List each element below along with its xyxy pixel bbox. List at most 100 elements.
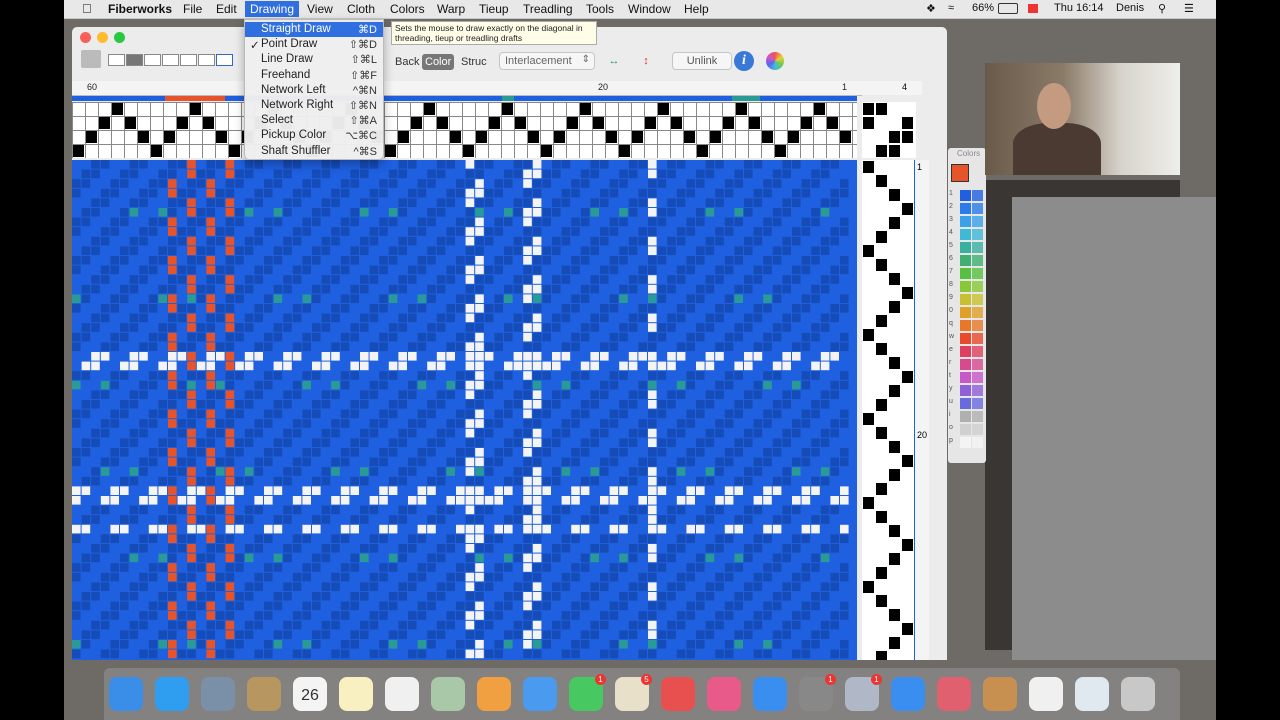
- color-swatch[interactable]: [972, 307, 983, 318]
- color-swatch[interactable]: [972, 372, 983, 383]
- color-swatch[interactable]: [960, 229, 971, 240]
- flag-icon[interactable]: [1028, 4, 1038, 13]
- color-swatch[interactable]: [960, 203, 971, 214]
- back-button[interactable]: Back: [392, 54, 422, 70]
- preview-icon[interactable]: [201, 677, 235, 711]
- color-swatch[interactable]: [960, 398, 971, 409]
- menu-tools[interactable]: Tools: [586, 2, 614, 16]
- zoom-icon[interactable]: [937, 677, 971, 711]
- color-swatch[interactable]: [972, 411, 983, 422]
- pattern-button[interactable]: [162, 54, 179, 66]
- menu-item-network-left[interactable]: Network Left ^⌘N: [245, 83, 383, 98]
- tieup-grid[interactable]: [862, 102, 916, 158]
- color-swatch[interactable]: [960, 437, 971, 448]
- color-swatch[interactable]: [972, 268, 983, 279]
- menu-item-pickup-color[interactable]: Pickup Color ⌥⌘C: [245, 128, 383, 143]
- messages-icon[interactable]: [523, 677, 557, 711]
- menu-item-shaft-shuffler[interactable]: Shaft Shuffler ^⌘S: [245, 144, 383, 159]
- notification-center-icon[interactable]: ☰: [1184, 2, 1194, 15]
- stickies-icon[interactable]: [339, 677, 373, 711]
- color-swatch[interactable]: [972, 190, 983, 201]
- menu-item-select[interactable]: Select ⇧⌘A: [245, 113, 383, 128]
- color-swatch[interactable]: [960, 190, 971, 201]
- clock[interactable]: Thu 16:14: [1054, 2, 1104, 14]
- collapse-arrows-icon[interactable]: ↕: [636, 52, 656, 70]
- pattern-button[interactable]: [108, 54, 125, 66]
- color-swatch[interactable]: [972, 229, 983, 240]
- menu-app-name[interactable]: Fiberworks: [108, 2, 172, 16]
- pattern-button[interactable]: [216, 54, 233, 66]
- dropbox-icon[interactable]: ❖: [926, 2, 936, 15]
- threading-grid[interactable]: [72, 102, 857, 158]
- menu-treadling[interactable]: Treadling: [523, 2, 573, 16]
- spotlight-search-icon[interactable]: ⚲: [1158, 2, 1166, 15]
- color-swatch[interactable]: [960, 333, 971, 344]
- facetime-icon[interactable]: 1: [569, 674, 606, 711]
- maps-icon[interactable]: [431, 677, 465, 711]
- calendar-icon[interactable]: 26: [293, 677, 327, 711]
- color-swatch[interactable]: [960, 424, 971, 435]
- color-swatch[interactable]: [960, 281, 971, 292]
- color-wheel-icon[interactable]: [766, 52, 784, 70]
- color-view-button[interactable]: Color: [422, 54, 455, 70]
- color-swatch[interactable]: [972, 320, 983, 331]
- pattern-button[interactable]: [180, 54, 197, 66]
- color-swatch[interactable]: [972, 203, 983, 214]
- menu-file[interactable]: File: [183, 2, 202, 16]
- menu-item-network-right[interactable]: Network Right ⇧⌘N: [245, 98, 383, 113]
- color-swatch[interactable]: [972, 294, 983, 305]
- safari-icon[interactable]: [155, 677, 189, 711]
- interlacement-select[interactable]: Interlacement ⇕: [499, 52, 595, 70]
- menu-cloth[interactable]: Cloth: [347, 2, 375, 16]
- color-swatch[interactable]: [960, 320, 971, 331]
- structure-view-button[interactable]: Struc: [458, 54, 490, 70]
- reminders-icon[interactable]: [385, 677, 419, 711]
- info-icon[interactable]: i: [734, 51, 754, 71]
- trash-icon[interactable]: [1121, 677, 1155, 711]
- menu-item-point-draw[interactable]: ✓ Point Draw ⇧⌘D: [245, 37, 383, 52]
- menu-item-line-draw[interactable]: Line Draw ⇧⌘L: [245, 52, 383, 67]
- pencil-icon[interactable]: [983, 677, 1017, 711]
- color-swatch[interactable]: [960, 216, 971, 227]
- screenshot-icon[interactable]: [891, 677, 925, 711]
- user-name[interactable]: Denis: [1116, 2, 1144, 14]
- wifi-icon[interactable]: ≈: [948, 2, 954, 14]
- zoom-window-icon[interactable]: [114, 32, 125, 43]
- color-swatch[interactable]: [960, 294, 971, 305]
- menu-colors[interactable]: Colors: [390, 2, 425, 16]
- menu-item-straight-draw[interactable]: Straight Draw ⌘D: [245, 22, 383, 37]
- finder-icon[interactable]: [109, 677, 143, 711]
- color-swatch[interactable]: [972, 385, 983, 396]
- color-swatch[interactable]: [960, 385, 971, 396]
- notes-icon[interactable]: [247, 677, 281, 711]
- color-swatch[interactable]: [972, 281, 983, 292]
- color-swatch[interactable]: [972, 346, 983, 357]
- color-swatch[interactable]: [972, 398, 983, 409]
- pattern-button[interactable]: [126, 54, 143, 66]
- menu-help[interactable]: Help: [684, 2, 709, 16]
- color-swatch[interactable]: [960, 372, 971, 383]
- menu-tieup[interactable]: Tieup: [479, 2, 509, 16]
- itunes-icon[interactable]: [753, 677, 787, 711]
- selected-color-swatch[interactable]: [951, 164, 969, 182]
- color-swatch[interactable]: [960, 307, 971, 318]
- color-swatch[interactable]: [972, 333, 983, 344]
- treadling-grid[interactable]: [862, 160, 916, 660]
- menu-item-freehand[interactable]: Freehand ⇧⌘F: [245, 68, 383, 83]
- color-swatch[interactable]: [972, 242, 983, 253]
- battery-level[interactable]: 66%: [972, 2, 994, 14]
- color-swatch[interactable]: [960, 268, 971, 279]
- expand-arrows-icon[interactable]: ↔: [604, 52, 624, 70]
- color-swatch[interactable]: [960, 346, 971, 357]
- folder-icon[interactable]: [1029, 677, 1063, 711]
- menu-edit[interactable]: Edit: [216, 2, 237, 16]
- drawdown-cloth[interactable]: [72, 160, 857, 660]
- color-swatch[interactable]: [960, 411, 971, 422]
- color-swatch[interactable]: [972, 424, 983, 435]
- color-swatch[interactable]: [960, 255, 971, 266]
- color-swatch[interactable]: [972, 437, 983, 448]
- color-swatch[interactable]: [972, 216, 983, 227]
- close-window-icon[interactable]: [80, 32, 91, 43]
- document-icon[interactable]: [1075, 677, 1109, 711]
- color-swatch[interactable]: [972, 255, 983, 266]
